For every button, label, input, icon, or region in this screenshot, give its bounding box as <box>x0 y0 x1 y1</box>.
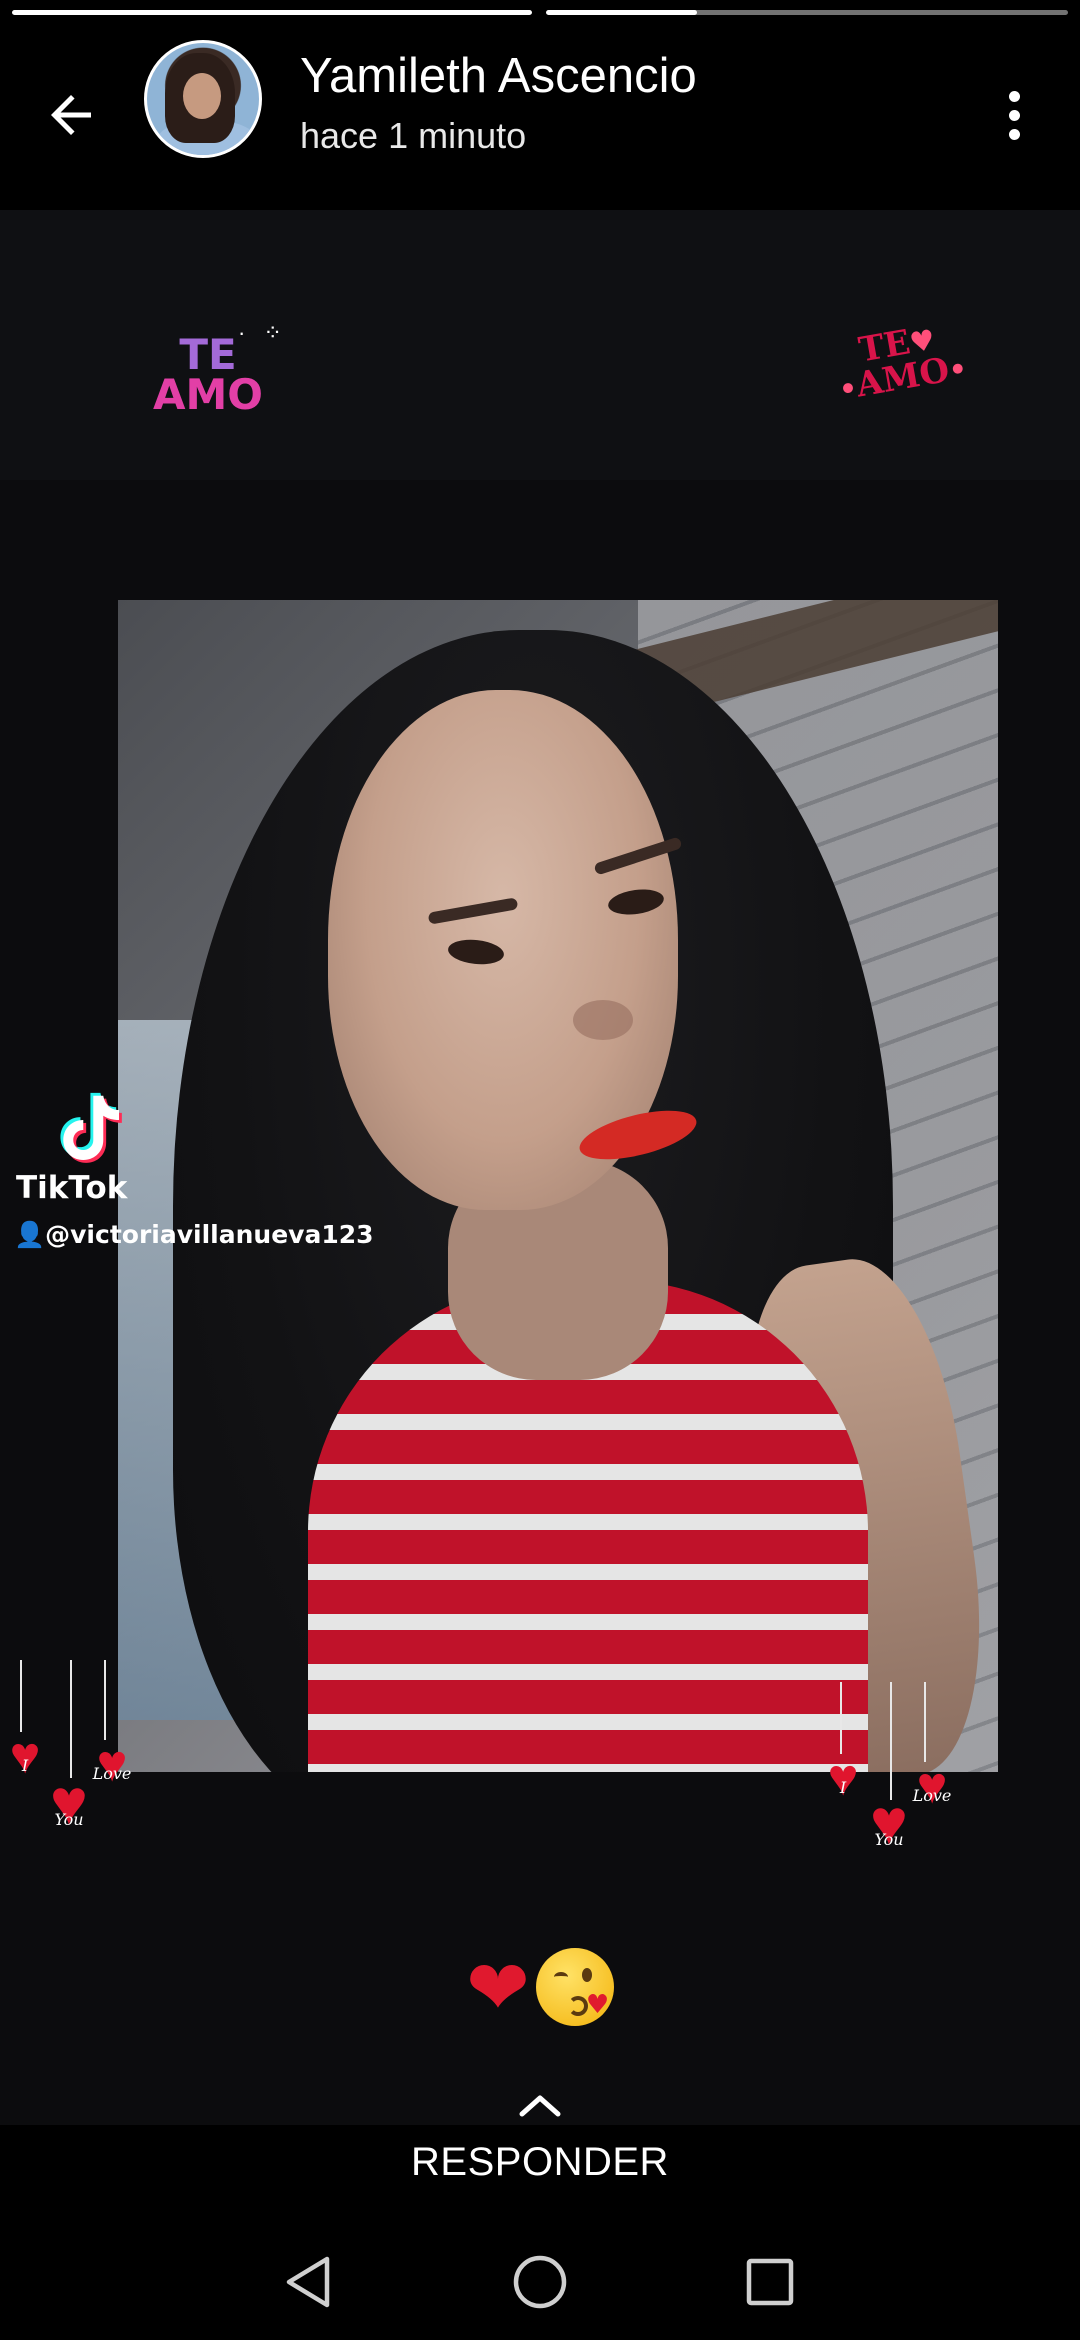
heart-string <box>104 1660 106 1740</box>
heart-icon: ♥ I <box>0 1730 50 1782</box>
story-progress-fill <box>546 10 698 15</box>
story-progress-fill <box>12 10 532 15</box>
nav-recents-button[interactable] <box>740 2252 800 2312</box>
heart-string <box>20 1660 22 1732</box>
heart-icon: ♥ Love <box>906 1760 958 1812</box>
story-header: Yamileth Ascencio hace 1 minuto <box>0 20 1080 210</box>
hanging-hearts-left: ♥ I ♥ You ♥ Love <box>0 1660 160 1850</box>
back-button[interactable] <box>36 80 106 150</box>
story-progress-segment-1 <box>12 10 532 15</box>
story-caption-emoji: ❤️😘 ❤ ♥ <box>450 1942 630 2032</box>
nav-home-icon <box>513 2255 567 2309</box>
reply-button[interactable]: RESPONDER <box>0 2140 1080 2185</box>
heart-string <box>70 1660 72 1778</box>
heart-icon: ♥ Love <box>86 1738 138 1790</box>
heart-label: You <box>54 1810 84 1829</box>
tiktok-handle-text: @victoriavillanueva123 <box>45 1220 374 1249</box>
more-vertical-icon <box>1008 109 1020 121</box>
user-icon: 👤 <box>14 1220 46 1249</box>
more-vertical-icon <box>1008 90 1020 102</box>
avatar-face <box>183 73 221 119</box>
heart-string <box>890 1682 892 1800</box>
photo-eye <box>446 937 506 967</box>
photo-brow <box>427 897 519 925</box>
more-options-button[interactable] <box>994 75 1034 155</box>
nav-back-button[interactable] <box>278 2252 338 2312</box>
heart-string <box>924 1682 926 1762</box>
photo-nose <box>573 1000 633 1040</box>
photo-face <box>328 690 702 1210</box>
tiktok-logo-icon <box>60 1092 122 1163</box>
arrow-left-icon <box>51 95 91 135</box>
heart-label: Love <box>912 1786 952 1805</box>
hanging-hearts-right: ♥ I ♥ You ♥ Love <box>812 1682 972 1872</box>
nav-home-button[interactable] <box>510 2252 570 2312</box>
te-amo-line-2: AMO <box>152 370 263 419</box>
more-vertical-icon <box>1008 128 1020 140</box>
tiktok-brand-text: TikTok <box>16 1170 128 1206</box>
story-timestamp: hace 1 minuto <box>300 115 527 156</box>
te-amo-sticker-left: TE AMO <box>148 334 268 419</box>
nav-back-icon <box>286 2256 330 2308</box>
story-progress-segment-2 <box>546 10 1068 15</box>
heart-label: Love <box>92 1764 132 1783</box>
heart-string <box>840 1682 842 1754</box>
photo-eye <box>606 886 666 918</box>
user-name[interactable]: Yamileth Ascencio <box>300 48 697 104</box>
kissing-face-icon: ♥ <box>535 1948 614 2026</box>
sparkle-icon: · ⁘ <box>238 320 288 345</box>
tiktok-handle: 👤@victoriavillanueva123 <box>14 1220 374 1250</box>
avatar[interactable] <box>144 40 262 158</box>
heart-icon: ♥ <box>585 1990 610 2020</box>
chevron-up-icon[interactable] <box>518 2092 562 2118</box>
kiss-mouth <box>567 1996 588 2016</box>
red-heart-icon: ❤ <box>466 1942 530 2032</box>
nav-recents-icon <box>746 2258 794 2306</box>
tiktok-watermark: TikTok 👤@victoriavillanueva123 <box>14 1090 374 1250</box>
